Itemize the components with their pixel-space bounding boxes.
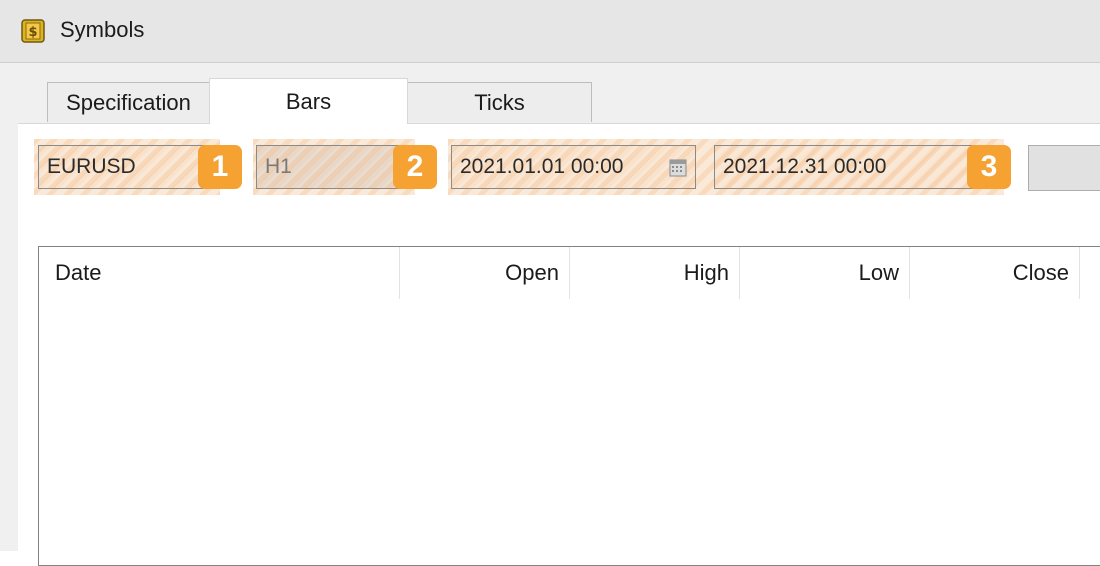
date-from-value: 2021.01.01 00:00 <box>460 155 624 178</box>
bars-table[interactable]: Date Open High Low Close <box>38 246 1100 566</box>
column-header-open[interactable]: Open <box>400 247 570 299</box>
timeframe-value: H1 <box>265 155 292 178</box>
column-header-close-label: Close <box>1012 260 1069 285</box>
tab-ticks[interactable]: Ticks <box>407 82 592 122</box>
request-button[interactable] <box>1028 145 1100 191</box>
badge-3: 3 <box>967 145 1011 189</box>
svg-text:$: $ <box>28 25 37 40</box>
column-header-close[interactable]: Close <box>910 247 1080 299</box>
column-header-open-label: Open <box>505 260 559 285</box>
date-from-picker[interactable]: 2021.01.01 00:00 <box>451 145 696 189</box>
tab-bars-label: Bars <box>285 89 332 114</box>
tab-ticks-label: Ticks <box>474 89 525 115</box>
symbol-value: EURUSD <box>47 155 136 178</box>
column-header-high[interactable]: High <box>570 247 740 299</box>
badge-2: 2 <box>393 145 437 189</box>
badge-1: 1 <box>198 145 242 189</box>
timeframe-select[interactable]: H1 <box>256 145 408 189</box>
date-to-picker[interactable]: 2021.12.31 00:00 <box>714 145 984 189</box>
calendar-icon[interactable] <box>669 159 687 177</box>
column-header-low[interactable]: Low <box>740 247 910 299</box>
window-title: Symbols <box>60 17 145 42</box>
tab-bars[interactable]: Bars <box>209 78 408 124</box>
title-bar: $ Symbols <box>0 0 1100 62</box>
symbols-window: $ Symbols Specification Bars Ticks EURUS… <box>0 0 1100 566</box>
column-header-date-label: Date <box>55 260 102 285</box>
symbol-select[interactable]: EURUSD <box>38 145 214 189</box>
column-header-high-label: High <box>683 260 729 285</box>
dollar-symbols-icon: $ <box>20 18 46 44</box>
column-header-low-label: Low <box>858 260 899 285</box>
column-header-date[interactable]: Date <box>39 247 400 299</box>
tab-specification-label: Specification <box>66 89 191 115</box>
tab-specification[interactable]: Specification <box>47 82 210 122</box>
date-to-value: 2021.12.31 00:00 <box>723 155 887 178</box>
